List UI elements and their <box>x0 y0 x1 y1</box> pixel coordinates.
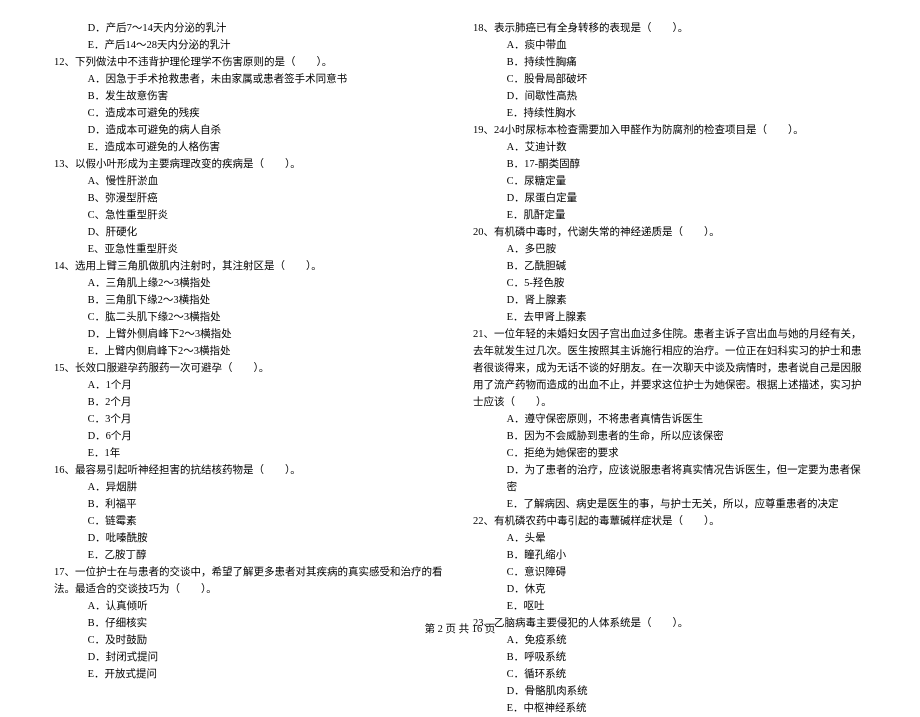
option: C．尿糖定量 <box>473 173 866 190</box>
option: D．为了患者的治疗，应该说服患者将真实情况告诉医生，但一定要为患者保密 <box>473 462 866 496</box>
option: B．因为不会威胁到患者的生命，所以应该保密 <box>473 428 866 445</box>
option: E．乙胺丁醇 <box>54 547 447 564</box>
option: C、急性重型肝炎 <box>54 207 447 224</box>
option: A．头晕 <box>473 530 866 547</box>
option: E．造成本可避免的人格伤害 <box>54 139 447 156</box>
question-19-stem: 19、24小时尿标本检查需要加入甲醛作为防腐剂的检查项目是（ ）。 <box>473 122 866 139</box>
option: E．开放式提问 <box>54 666 447 683</box>
option: E．中枢神经系统 <box>473 700 866 717</box>
option: B．17-酮类固醇 <box>473 156 866 173</box>
option: C．5-羟色胺 <box>473 275 866 292</box>
question-15-stem: 15、长效口服避孕药服药一次可避孕（ ）。 <box>54 360 447 377</box>
option: B．三角肌下缘2～3横指处 <box>54 292 447 309</box>
question-17-stem: 17、一位护士在与患者的交谈中，希望了解更多患者对其疾病的真实感受和治疗的看法。… <box>54 564 447 598</box>
question-20-stem: 20、有机磷中毒时，代谢失常的神经递质是（ ）。 <box>473 224 866 241</box>
question-12-stem: 12、下列做法中不违背护理伦理学不伤害原则的是（ ）。 <box>54 54 447 71</box>
option: D．尿蛋白定量 <box>473 190 866 207</box>
question-18-stem: 18、表示肺癌已有全身转移的表现是（ ）。 <box>473 20 866 37</box>
question-13-stem: 13、以假小叶形成为主要病理改变的疾病是（ ）。 <box>54 156 447 173</box>
option: D．骨骼肌肉系统 <box>473 683 866 700</box>
page-footer: 第 2 页 共 16 页 <box>0 621 920 636</box>
option: B．利福平 <box>54 496 447 513</box>
option: C．股骨局部破坏 <box>473 71 866 88</box>
right-column: 18、表示肺癌已有全身转移的表现是（ ）。 A．痰中带血 B．持续性胸痛 C．股… <box>473 20 866 608</box>
option: D、肝硬化 <box>54 224 447 241</box>
option: D．造成本可避免的病人自杀 <box>54 122 447 139</box>
option: B．发生故意伤害 <box>54 88 447 105</box>
option: C．链霉素 <box>54 513 447 530</box>
left-column: D．产后7～14天内分泌的乳汁 E．产后14～28天内分泌的乳汁 12、下列做法… <box>54 20 447 608</box>
question-16-stem: 16、最容易引起听神经担害的抗结核药物是（ ）。 <box>54 462 447 479</box>
option: D．休克 <box>473 581 866 598</box>
option: C．肱二头肌下缘2～3横指处 <box>54 309 447 326</box>
option: C．循环系统 <box>473 666 866 683</box>
option: A．因急于手术抢救患者，未由家属或患者签手术同意书 <box>54 71 447 88</box>
option: B．乙酰胆碱 <box>473 258 866 275</box>
option: A．认真倾听 <box>54 598 447 615</box>
option: C．造成本可避免的残疾 <box>54 105 447 122</box>
option: E．产后14～28天内分泌的乳汁 <box>54 37 447 54</box>
option: D．吡嗪酰胺 <box>54 530 447 547</box>
option: A．艾迪计数 <box>473 139 866 156</box>
option: E．呕吐 <box>473 598 866 615</box>
option: C．3个月 <box>54 411 447 428</box>
question-21-stem: 21、一位年轻的未婚妇女因子宫出血过多住院。患者主诉子宫出血与她的月经有关，去年… <box>473 326 866 411</box>
option: A．三角肌上缘2～3横指处 <box>54 275 447 292</box>
option: A、慢性肝淤血 <box>54 173 447 190</box>
option: E．1年 <box>54 445 447 462</box>
option: D．间歇性高热 <box>473 88 866 105</box>
question-14-stem: 14、选用上臂三角肌做肌内注射时，其注射区是（ ）。 <box>54 258 447 275</box>
option: B．2个月 <box>54 394 447 411</box>
option: D．封闭式提问 <box>54 649 447 666</box>
option: A．遵守保密原则，不将患者真情告诉医生 <box>473 411 866 428</box>
option: E．肌酐定量 <box>473 207 866 224</box>
option: D．上臂外侧肩峰下2～3横指处 <box>54 326 447 343</box>
option: A．多巴胺 <box>473 241 866 258</box>
option: A．异烟肼 <box>54 479 447 496</box>
option: B．持续性胸痛 <box>473 54 866 71</box>
option: B．呼吸系统 <box>473 649 866 666</box>
option: D．肾上腺素 <box>473 292 866 309</box>
option: E．上臂内侧肩峰下2～3横指处 <box>54 343 447 360</box>
option: D．产后7～14天内分泌的乳汁 <box>54 20 447 37</box>
option: E．了解病因、病史是医生的事，与护士无关，所以，应尊重患者的决定 <box>473 496 866 513</box>
option: A．1个月 <box>54 377 447 394</box>
option: E．持续性胸水 <box>473 105 866 122</box>
question-22-stem: 22、有机磷农药中毒引起的毒蕈碱样症状是（ ）。 <box>473 513 866 530</box>
option: D．6个月 <box>54 428 447 445</box>
option: B、弥漫型肝癌 <box>54 190 447 207</box>
option: E．去甲肾上腺素 <box>473 309 866 326</box>
option: A．痰中带血 <box>473 37 866 54</box>
option: C．意识障碍 <box>473 564 866 581</box>
option: B．瞳孔缩小 <box>473 547 866 564</box>
option: C．拒绝为她保密的要求 <box>473 445 866 462</box>
option: E、亚急性重型肝炎 <box>54 241 447 258</box>
